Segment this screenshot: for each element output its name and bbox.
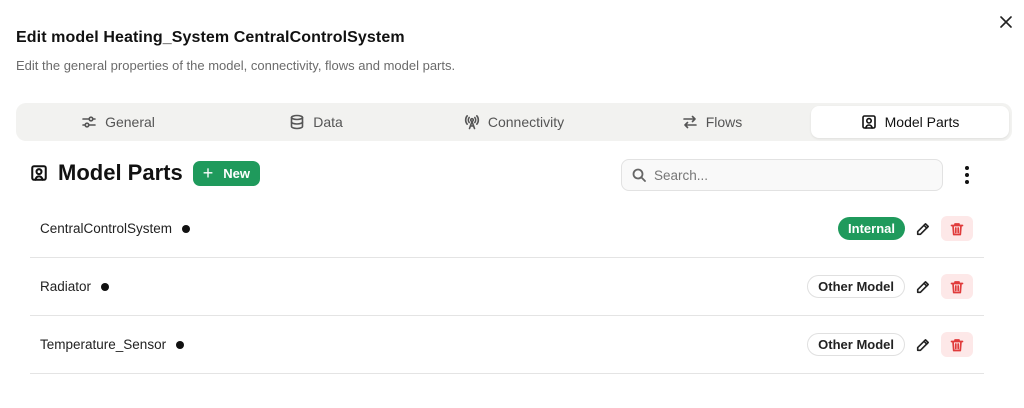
antenna-icon <box>464 115 479 130</box>
search-box <box>621 159 943 191</box>
plus-icon: + <box>202 162 214 183</box>
status-dot <box>176 340 185 349</box>
part-type-badge: Other Model <box>807 333 905 356</box>
user-square-icon <box>30 164 48 182</box>
new-button-label: New <box>223 165 250 181</box>
tab-data[interactable]: Data <box>217 106 415 138</box>
section-title: Model Parts <box>58 160 183 185</box>
tab-flows[interactable]: Flows <box>613 106 811 138</box>
trash-icon <box>950 222 964 235</box>
edit-button[interactable] <box>913 277 933 297</box>
part-name: CentralControlSystem <box>40 221 173 236</box>
search-icon <box>632 168 646 182</box>
status-dot <box>182 224 191 233</box>
pencil-icon <box>916 222 929 235</box>
part-name: Radiator <box>40 279 92 294</box>
tab-label: General <box>105 114 155 130</box>
section-header: Model Parts + New <box>30 160 260 186</box>
search-input[interactable] <box>654 167 914 183</box>
tab-label: Flows <box>705 114 743 130</box>
edit-button[interactable] <box>913 219 933 239</box>
sliders-icon <box>82 116 96 128</box>
row-actions: Internal <box>838 200 973 257</box>
trash-icon <box>950 280 964 293</box>
row-actions: Other Model <box>807 316 973 373</box>
tab-bar: General Data Connectivity Flows Model Pa… <box>16 103 1012 141</box>
list-item: Radiator Other Model <box>30 258 984 316</box>
tab-model-parts[interactable]: Model Parts <box>811 106 1009 138</box>
part-name: Temperature_Sensor <box>40 337 167 352</box>
model-parts-list: CentralControlSystem Internal Radiator O… <box>30 200 984 374</box>
pencil-icon <box>916 280 929 293</box>
tab-label: Data <box>313 114 343 130</box>
close-icon <box>1000 16 1012 28</box>
list-item: CentralControlSystem Internal <box>30 200 984 258</box>
list-item: Temperature_Sensor Other Model <box>30 316 984 374</box>
dialog-subtitle: Edit the general properties of the model… <box>16 58 456 73</box>
trash-icon <box>950 338 964 351</box>
dialog-title: Edit model Heating_System CentralControl… <box>16 29 405 46</box>
tab-label: Connectivity <box>487 114 565 130</box>
new-model-part-button[interactable]: + New <box>192 160 260 186</box>
arrows-left-right-icon <box>682 115 697 129</box>
tab-general[interactable]: General <box>19 106 217 138</box>
edit-model-dialog: Edit model Heating_System CentralControl… <box>0 0 1024 408</box>
database-icon <box>290 114 304 130</box>
pencil-icon <box>916 338 929 351</box>
close-button[interactable] <box>996 12 1016 32</box>
delete-button[interactable] <box>941 274 973 299</box>
edit-button[interactable] <box>913 335 933 355</box>
part-type-badge: Other Model <box>807 275 905 298</box>
delete-button[interactable] <box>941 216 973 241</box>
row-actions: Other Model <box>807 258 973 315</box>
tab-label: Model Parts <box>884 114 960 130</box>
delete-button[interactable] <box>941 332 973 357</box>
more-options-icon[interactable] <box>958 164 976 186</box>
tab-connectivity[interactable]: Connectivity <box>415 106 613 138</box>
status-dot <box>101 282 110 291</box>
user-square-icon <box>861 115 876 129</box>
part-type-badge: Internal <box>838 217 905 240</box>
